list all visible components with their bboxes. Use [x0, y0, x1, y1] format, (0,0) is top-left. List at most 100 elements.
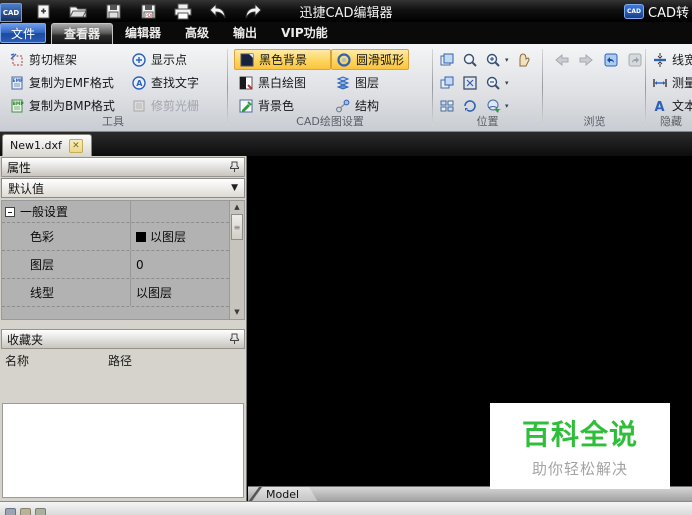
ribbon: 剪切框架 EMF 复制为EMF格式 BMP 复制为BMP格式 显示点 A [0, 44, 692, 132]
property-row-linetype[interactable]: 线型 以图层 [2, 279, 229, 307]
svg-text:PDF: PDF [145, 13, 154, 19]
favorites-list[interactable] [2, 403, 244, 498]
clip-frame-button[interactable]: 剪切框架 [5, 48, 127, 71]
open-file-button[interactable] [64, 1, 92, 21]
ribbon-separator [542, 49, 543, 126]
find-text-button[interactable]: A 查找文字 [127, 71, 203, 94]
tab-viewer[interactable]: 查看器 [51, 23, 113, 44]
save-button[interactable] [99, 1, 127, 21]
new-file-icon [34, 2, 53, 21]
view-undo-icon[interactable] [602, 51, 620, 69]
chevron-down-icon: ▼ [231, 183, 238, 193]
svg-text:BMP: BMP [13, 101, 25, 107]
favorites-column-path[interactable]: 路径 [108, 352, 132, 369]
ribbon-group-cad-settings: 黑色背景 黑白绘图 背景色 圆滑弧形 图层 [229, 44, 431, 131]
trim-raster-icon [131, 98, 147, 114]
property-row-color[interactable]: 色彩 以图层 [2, 223, 229, 251]
svg-text:A: A [655, 100, 665, 114]
scroll-down-icon[interactable]: ▼ [230, 306, 244, 319]
group-label-position: 位置 [434, 113, 541, 129]
tab-output[interactable]: 输出 [221, 23, 269, 44]
redo-button[interactable] [239, 1, 267, 21]
group-label-tools: 工具 [0, 113, 226, 129]
document-close-button[interactable]: ✕ [69, 139, 83, 153]
bw-drawing-icon [238, 75, 254, 91]
copy-view-icon[interactable] [438, 74, 456, 92]
scroll-up-icon[interactable]: ▲ [230, 201, 244, 214]
ribbon-group-browse: 浏览 [545, 44, 644, 131]
bottom-panel-strip [0, 501, 692, 515]
undo-button[interactable] [204, 1, 232, 21]
clip-frame-icon [9, 52, 25, 68]
collapse-minus-icon[interactable] [5, 207, 15, 217]
print-button[interactable] [169, 1, 197, 21]
show-points-button[interactable]: 显示点 [127, 48, 203, 71]
pan-view-icon[interactable] [438, 51, 456, 69]
brand-link[interactable]: CAD CAD转 [624, 0, 692, 22]
line-weight-icon [652, 52, 668, 68]
ribbon-group-position: ▾ ▾ ▾ 位置 [434, 44, 541, 131]
copy-bmp-icon: BMP [9, 98, 25, 114]
pin-icon[interactable] [230, 161, 239, 173]
status-icon-clipped [35, 508, 46, 515]
zoom-out-dropdown[interactable]: ▾ [505, 79, 509, 87]
bw-drawing-button[interactable]: 黑白绘图 [234, 71, 331, 94]
back-view-icon [553, 51, 571, 69]
group-label-cad-settings: CAD绘图设置 [229, 113, 431, 129]
black-background-icon [239, 52, 255, 68]
property-preset-dropdown[interactable]: 默认值 ▼ [1, 178, 245, 198]
svg-text:EMF: EMF [13, 78, 24, 84]
find-text-icon: A [131, 75, 147, 91]
status-icon-clipped [5, 508, 16, 515]
status-icon-clipped [20, 508, 31, 515]
favorites-panel-title: 收藏夹 [7, 331, 43, 348]
ribbon-separator [227, 49, 228, 126]
zoom-in-icon[interactable] [484, 51, 502, 69]
pin-icon[interactable] [230, 333, 239, 345]
scroll-thumb[interactable]: ≡ [231, 214, 243, 240]
printer-icon [173, 2, 193, 21]
background-color-icon [238, 98, 254, 114]
layers-button[interactable]: 图层 [331, 71, 409, 94]
watermark: 百科全说 助你轻松解决 [490, 403, 670, 489]
zoom-window-icon[interactable] [461, 51, 479, 69]
smooth-arc-toggle[interactable]: 圆滑弧形 [331, 49, 409, 70]
undo-icon [208, 2, 228, 20]
color-swatch-black [136, 232, 146, 242]
group-label-hide: 隐藏 [648, 113, 692, 129]
copy-emf-icon: EMF [9, 75, 25, 91]
line-weight-button[interactable]: 线宽 [648, 48, 692, 71]
property-row-layer[interactable]: 图层 0 [2, 251, 229, 279]
model-tab[interactable]: Model [252, 487, 318, 502]
hand-pan-icon[interactable] [514, 51, 532, 69]
tab-vip[interactable]: VIP功能 [269, 23, 340, 44]
ribbon-separator [645, 49, 646, 126]
properties-scrollbar[interactable]: ▲ ≡ ▼ [229, 201, 244, 319]
menu-file-button[interactable]: 文件 [0, 23, 46, 43]
measure-button[interactable]: 测量 [648, 71, 692, 94]
property-group-row[interactable]: 一般设置 [2, 201, 229, 223]
copy-emf-button[interactable]: EMF 复制为EMF格式 [5, 71, 127, 94]
layers-icon [335, 75, 351, 91]
measure-icon [652, 75, 668, 91]
render-mode-icon[interactable] [484, 97, 502, 115]
zoom-extents-icon[interactable] [461, 74, 479, 92]
watermark-title: 百科全说 [522, 413, 638, 453]
favorites-column-name[interactable]: 名称 [5, 352, 108, 369]
cad-converter-icon: CAD [624, 4, 644, 19]
save-as-pdf-button[interactable]: PDF [134, 1, 162, 21]
tab-editor[interactable]: 编辑器 [113, 23, 173, 44]
zoom-in-dropdown[interactable]: ▾ [505, 56, 509, 64]
black-background-toggle[interactable]: 黑色背景 [234, 49, 331, 70]
ribbon-group-hide: 线宽 测量 A 文本 隐藏 [648, 44, 692, 131]
rotate-view-icon[interactable] [461, 97, 479, 115]
smooth-arc-icon [336, 52, 352, 68]
tab-advanced[interactable]: 高级 [173, 23, 221, 44]
new-file-button[interactable] [29, 1, 57, 21]
ribbon-separator [432, 49, 433, 126]
document-tab[interactable]: New1.dxf ✕ [2, 134, 92, 156]
zoom-out-icon[interactable] [484, 74, 502, 92]
property-grid: 一般设置 色彩 以图层 图层 0 线型 以图层 ▲ ≡ ▼ [1, 200, 245, 320]
viewport-icon[interactable] [438, 97, 456, 115]
render-mode-dropdown[interactable]: ▾ [505, 102, 509, 110]
